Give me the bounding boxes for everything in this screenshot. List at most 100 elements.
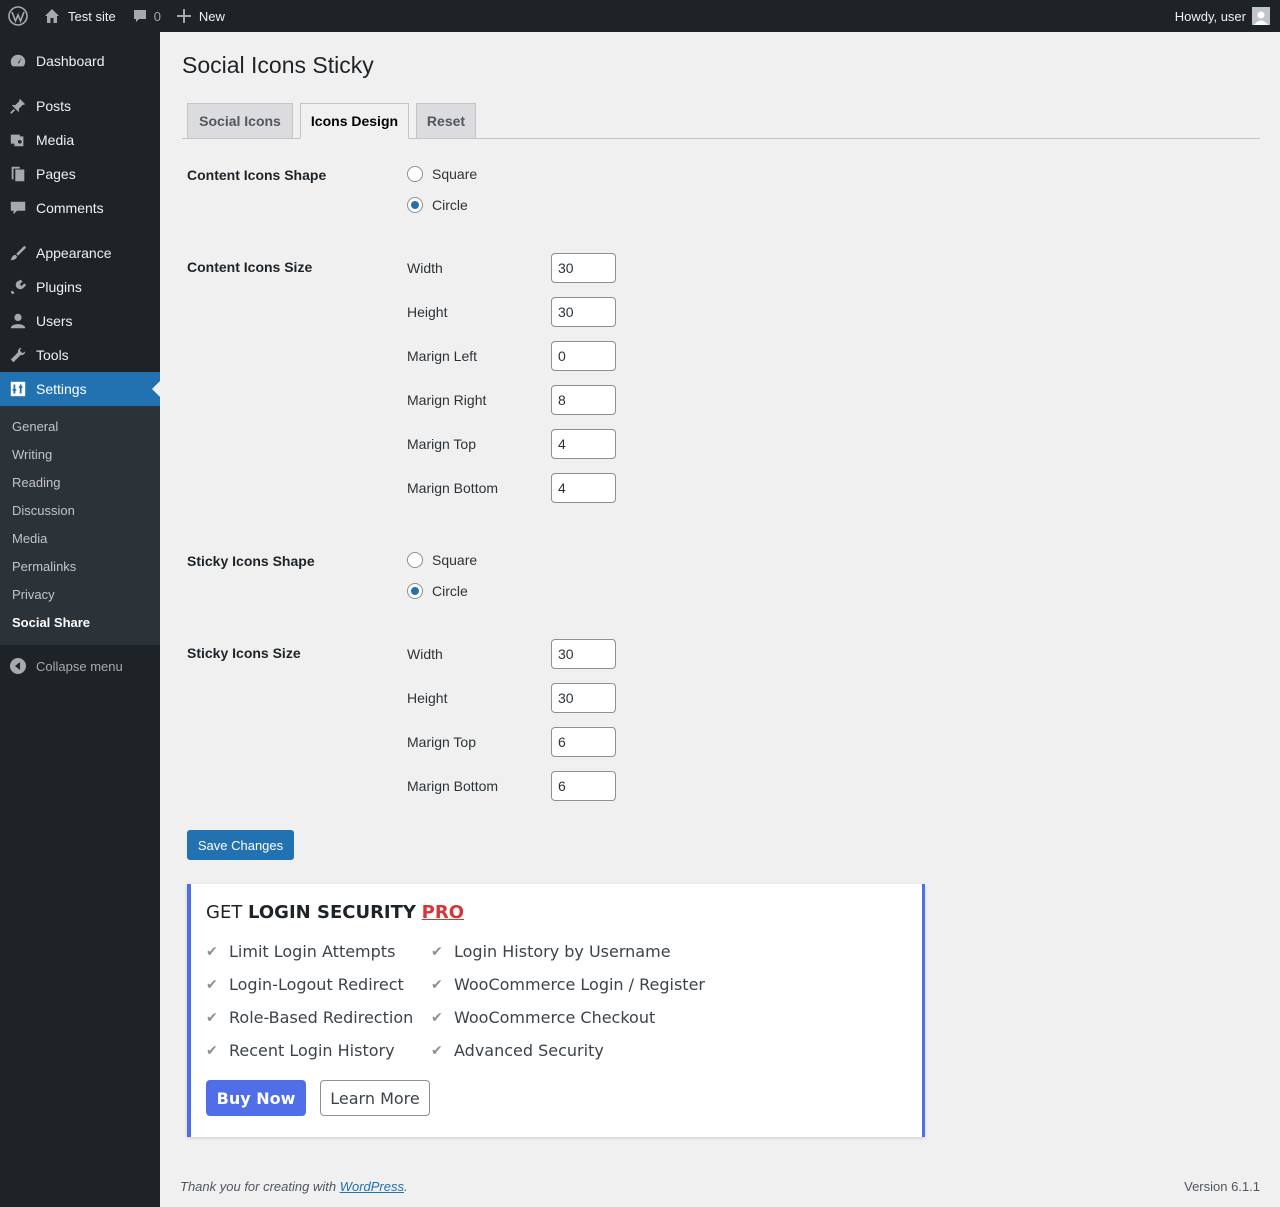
avatar	[1252, 7, 1270, 25]
main-content: Social Icons Sticky Social Icons Icons D…	[160, 32, 1280, 1207]
wordpress-logo-icon[interactable]	[0, 0, 36, 32]
menu-plugins[interactable]: Plugins	[0, 270, 160, 304]
settings-submenu: General Writing Reading Discussion Media…	[0, 406, 160, 645]
site-name-link[interactable]: Test site	[36, 0, 124, 32]
check-icon: ✔	[431, 1042, 443, 1059]
collapse-arrow-icon	[0, 658, 36, 674]
pin-icon	[0, 97, 36, 115]
radio-circle	[407, 583, 423, 599]
submenu-media[interactable]: Media	[0, 525, 160, 553]
sticky-shape-square-radio[interactable]: Square	[407, 552, 477, 568]
comment-icon	[133, 10, 146, 22]
home-icon	[45, 9, 59, 23]
sticky-shape-circle-radio[interactable]: Circle	[407, 583, 468, 599]
wordpress-link[interactable]: WordPress	[340, 1179, 404, 1194]
menu-tools[interactable]: Tools	[0, 338, 160, 372]
buy-now-button[interactable]: Buy Now	[206, 1080, 306, 1116]
radio-circle	[407, 552, 423, 568]
sticky-margin-top-label: Marign Top	[407, 734, 477, 750]
radio-circle	[407, 197, 423, 213]
page-title: Social Icons Sticky	[182, 52, 374, 78]
check-icon: ✔	[206, 943, 218, 960]
radio-circle	[407, 166, 423, 182]
menu-pages[interactable]: Pages	[0, 157, 160, 191]
sticky-height-input[interactable]: 30	[551, 683, 616, 713]
learn-more-button[interactable]: Learn More	[320, 1080, 430, 1116]
feature-item: ✔ WooCommerce Login / Register	[431, 975, 705, 994]
new-content-link[interactable]: New	[169, 0, 233, 32]
feature-item: ✔ Login History by Username	[431, 942, 671, 961]
menu-posts[interactable]: Posts	[0, 89, 160, 123]
feature-item: ✔ Login-Logout Redirect	[206, 975, 404, 994]
menu-settings[interactable]: Settings	[0, 372, 160, 406]
user-icon	[0, 312, 36, 330]
menu-dashboard[interactable]: Dashboard	[0, 44, 160, 78]
footer-thanks: Thank you for creating with WordPress.	[180, 1179, 408, 1194]
submenu-social-share[interactable]: Social Share	[0, 609, 160, 637]
login-security-promo: GET LOGIN SECURITY PRO ✔ Limit Login Atte…	[187, 884, 925, 1137]
content-width-input[interactable]: 30	[551, 253, 616, 283]
check-icon: ✔	[431, 976, 443, 993]
comments-link[interactable]: 0	[124, 0, 169, 32]
feature-item: ✔ Advanced Security	[431, 1041, 604, 1060]
content-shape-label: Content Icons Shape	[187, 167, 327, 183]
settings-icon	[0, 380, 36, 398]
content-margin-bottom-label: Marign Bottom	[407, 480, 499, 496]
comment-icon	[0, 199, 36, 217]
content-margin-right-label: Marign Right	[407, 392, 487, 408]
submenu-writing[interactable]: Writing	[0, 441, 160, 469]
settings-tabs: Social Icons Icons Design Reset	[182, 103, 1260, 139]
check-icon: ✔	[431, 943, 443, 960]
user-account-menu[interactable]: Howdy, user	[1167, 0, 1280, 32]
feature-item: ✔ Role-Based Redirection	[206, 1008, 414, 1027]
sticky-margin-top-input[interactable]: 6	[551, 727, 616, 757]
content-shape-circle-radio[interactable]: Circle	[407, 197, 468, 213]
collapse-menu-button[interactable]: Collapse menu	[0, 649, 160, 683]
check-icon: ✔	[206, 1042, 218, 1059]
save-changes-button[interactable]: Save Changes	[187, 830, 294, 860]
comments-count: 0	[153, 8, 161, 24]
content-shape-square-radio[interactable]: Square	[407, 166, 477, 182]
submenu-discussion[interactable]: Discussion	[0, 497, 160, 525]
tab-reset[interactable]: Reset	[416, 103, 476, 139]
menu-comments[interactable]: Comments	[0, 191, 160, 225]
menu-media[interactable]: Media	[0, 123, 160, 157]
sticky-width-input[interactable]: 30	[551, 639, 616, 669]
menu-appearance[interactable]: Appearance	[0, 236, 160, 270]
content-margin-top-label: Marign Top	[407, 436, 477, 452]
admin-sidebar: Dashboard Posts Media Pages Comments App…	[0, 32, 160, 1207]
promo-title: GET LOGIN SECURITY PRO	[206, 902, 465, 923]
content-margin-right-input[interactable]: 8	[551, 385, 616, 415]
content-height-input[interactable]: 30	[551, 297, 616, 327]
content-margin-top-input[interactable]: 4	[551, 429, 616, 459]
paintbrush-icon	[0, 244, 36, 262]
check-icon: ✔	[206, 976, 218, 993]
content-height-label: Height	[407, 304, 448, 320]
pro-link[interactable]: PRO	[422, 902, 464, 923]
footer-version: Version 6.1.1	[1184, 1179, 1260, 1194]
dashboard-icon	[0, 52, 36, 70]
submenu-permalinks[interactable]: Permalinks	[0, 553, 160, 581]
content-margin-bottom-input[interactable]: 4	[551, 473, 616, 503]
howdy-text: Howdy, user	[1174, 8, 1246, 24]
tab-icons-design[interactable]: Icons Design	[300, 103, 409, 139]
submenu-privacy[interactable]: Privacy	[0, 581, 160, 609]
sticky-margin-bottom-input[interactable]: 6	[551, 771, 616, 801]
menu-users[interactable]: Users	[0, 304, 160, 338]
content-margin-left-input[interactable]: 0	[551, 341, 616, 371]
content-width-label: Width	[407, 260, 443, 276]
submenu-reading[interactable]: Reading	[0, 469, 160, 497]
new-label: New	[198, 8, 225, 24]
check-icon: ✔	[431, 1009, 443, 1026]
sticky-shape-label: Sticky Icons Shape	[187, 553, 315, 569]
sticky-width-label: Width	[407, 646, 443, 662]
admin-bar: Test site 0 New Howdy, user	[0, 0, 1280, 32]
content-margin-left-label: Marign Left	[407, 348, 478, 364]
media-icon	[0, 131, 36, 149]
plugin-icon	[0, 278, 36, 296]
sticky-margin-bottom-label: Marign Bottom	[407, 778, 499, 794]
submenu-general[interactable]: General	[0, 413, 160, 441]
wrench-icon	[0, 346, 36, 364]
sticky-height-label: Height	[407, 690, 448, 706]
tab-social-icons[interactable]: Social Icons	[187, 103, 293, 139]
